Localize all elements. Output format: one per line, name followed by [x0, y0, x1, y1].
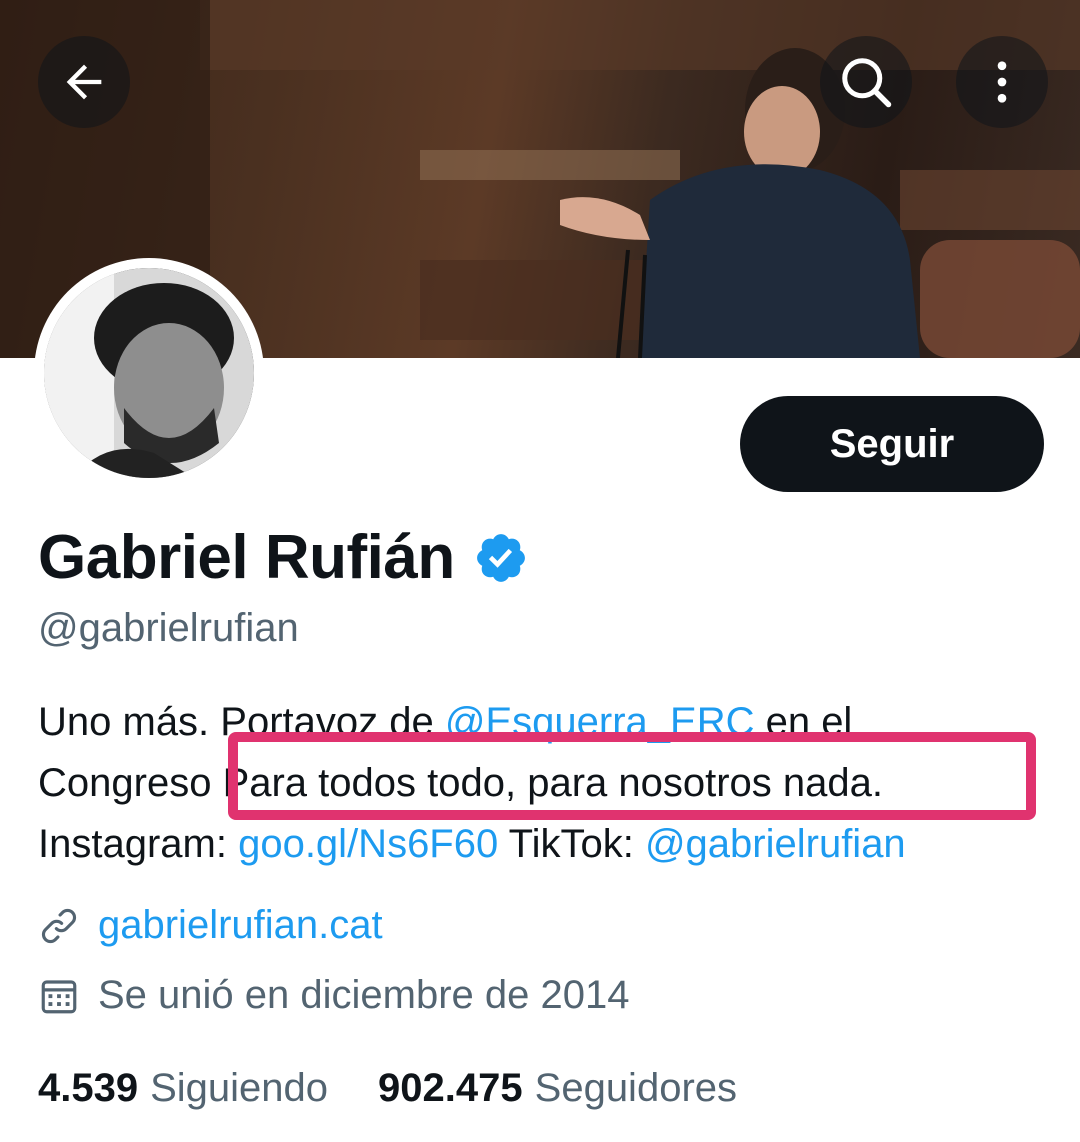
search-icon — [842, 58, 892, 108]
more-vertical-icon — [997, 61, 1007, 103]
follow-stats: 4.539 Siguiendo 902.475 Seguidores — [38, 1066, 737, 1111]
profile-handle: @gabrielrufian — [38, 606, 299, 650]
search-button[interactable] — [820, 36, 912, 128]
bio-text: Congreso — [38, 761, 223, 805]
followers-stat[interactable]: 902.475 Seguidores — [378, 1066, 737, 1111]
website-row: gabrielrufian.cat — [38, 903, 383, 948]
joined-row: Se unió en diciembre de 2014 — [38, 973, 629, 1018]
following-label: Siguiendo — [150, 1066, 329, 1110]
profile-name-row: Gabriel Rufián — [38, 522, 529, 593]
followers-count: 902.475 — [378, 1066, 523, 1110]
back-button[interactable] — [38, 36, 130, 128]
link-icon — [41, 908, 77, 943]
website-link[interactable]: gabrielrufian.cat — [98, 903, 383, 948]
avatar-image — [44, 268, 254, 478]
calendar-icon — [41, 979, 77, 1013]
bio-text: TikTok: — [498, 822, 645, 866]
bio-line-3: Instagram: goo.gl/Ns6F60 TikTok: @gabrie… — [38, 814, 1048, 875]
joined-date: Se unió en diciembre de 2014 — [98, 973, 630, 1017]
back-arrow-icon — [66, 64, 102, 100]
bio-tiktok-mention-link[interactable]: @gabrielrufian — [645, 822, 906, 866]
bio-text: Instagram: — [38, 822, 239, 866]
bio-instagram-link[interactable]: goo.gl/Ns6F60 — [238, 822, 498, 866]
profile-name: Gabriel Rufián — [38, 523, 455, 592]
more-options-button[interactable] — [956, 36, 1048, 128]
avatar[interactable] — [34, 258, 264, 488]
followers-label: Seguidores — [534, 1066, 738, 1110]
follow-button[interactable]: Seguir — [740, 396, 1044, 492]
highlight-annotation-box — [228, 732, 1036, 820]
following-count: 4.539 — [38, 1066, 139, 1110]
following-stat[interactable]: 4.539 Siguiendo — [38, 1066, 328, 1111]
verified-badge-icon[interactable] — [473, 530, 529, 586]
